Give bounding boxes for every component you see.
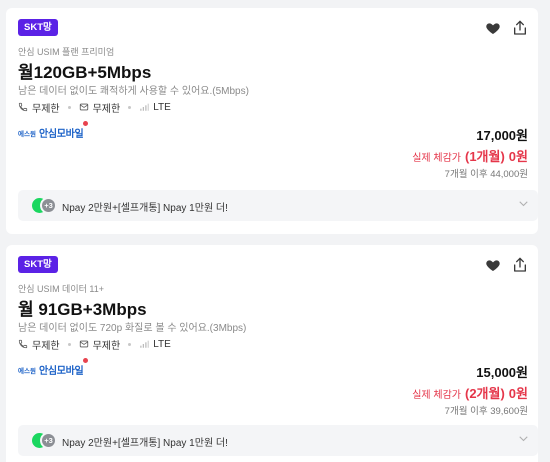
brand-name: 안심모바일 — [39, 358, 88, 377]
message-icon — [79, 340, 88, 348]
after-price: 7개월 이후 39,600원 — [444, 406, 528, 417]
promo-text: Npay 2만원+[셀프개통] Npay 1만원 더! — [62, 438, 228, 449]
signal-icon — [140, 340, 149, 348]
sms-value: 무제한 — [92, 340, 121, 352]
heart-icon[interactable] — [485, 257, 501, 273]
plan-price: 17,000원 — [476, 128, 528, 143]
plan-description: 남은 데이터 없이도 720p 화질로 볼 수 있어요.(3Mbps) — [18, 323, 247, 334]
promo-count-badge: +3 — [40, 197, 57, 214]
share-icon[interactable] — [512, 256, 528, 274]
real-price-period: (1개월) — [464, 149, 505, 164]
message-icon — [79, 103, 88, 111]
network-value: LTE — [153, 101, 171, 113]
promo-banner[interactable]: +3 Npay 2만원+[셀프개통] Npay 1만원 더! — [18, 190, 538, 221]
plan-specs: 무제한 무제한 LTE — [18, 337, 171, 352]
sms-spec: 무제한 — [79, 100, 121, 115]
real-price-value: 0원 — [508, 386, 528, 401]
plan-card[interactable]: SKT망 안심 USIM 플랜 프리미엄 월120GB+5Mbps 남은 데이터… — [6, 8, 538, 234]
calls-spec: 무제한 — [18, 100, 60, 115]
plan-price: 15,000원 — [476, 365, 528, 380]
chevron-down-icon[interactable] — [519, 436, 528, 442]
promo-count-badge: +3 — [40, 432, 57, 449]
brand-name: 안심모바일 — [39, 121, 88, 140]
network-spec: LTE — [139, 102, 171, 113]
network-spec: LTE — [139, 339, 171, 350]
real-price-value: 0원 — [508, 149, 528, 164]
brand-small: 에스원 — [18, 367, 36, 375]
chevron-down-icon[interactable] — [519, 201, 528, 207]
network-value: LTE — [153, 338, 171, 350]
spec-divider — [128, 105, 132, 109]
plan-title: 월 91GB+3Mbps — [18, 300, 147, 319]
plan-card[interactable]: SKT망 안심 USIM 데이터 11+ 월 91GB+3Mbps 남은 데이터… — [6, 245, 538, 462]
after-price: 7개월 이후 44,000원 — [444, 169, 528, 180]
sms-value: 무제한 — [92, 103, 121, 115]
plan-description: 남은 데이터 없이도 쾌적하게 사용할 수 있어요.(5Mbps) — [18, 86, 249, 97]
phone-icon — [18, 102, 28, 112]
real-price: 실제 체감가 (2개월) 0원 — [412, 383, 528, 402]
carrier-badge: SKT망 — [18, 19, 58, 36]
sms-spec: 무제한 — [79, 337, 121, 352]
plan-subtitle: 안심 USIM 데이터 11+ — [18, 284, 105, 294]
promo-banner[interactable]: +3 Npay 2만원+[셀프개통] Npay 1만원 더! — [18, 425, 538, 456]
spec-divider — [67, 342, 71, 346]
spec-divider — [67, 105, 71, 109]
heart-icon[interactable] — [485, 20, 501, 36]
plan-specs: 무제한 무제한 LTE — [18, 100, 171, 115]
spec-divider — [128, 342, 132, 346]
carrier-badge: SKT망 — [18, 256, 58, 273]
plan-subtitle: 안심 USIM 플랜 프리미엄 — [18, 47, 115, 57]
promo-text: Npay 2만원+[셀프개통] Npay 1만원 더! — [62, 203, 228, 214]
real-price-label: 실제 체감가 — [412, 390, 461, 401]
real-price: 실제 체감가 (1개월) 0원 — [412, 146, 528, 165]
brand-logo: 에스원 안심모바일 — [18, 358, 88, 377]
phone-icon — [18, 339, 28, 349]
real-price-label: 실제 체감가 — [412, 153, 461, 164]
calls-value: 무제한 — [32, 340, 60, 352]
brand-small: 에스원 — [18, 130, 36, 138]
plan-title: 월120GB+5Mbps — [18, 63, 152, 82]
real-price-period: (2개월) — [464, 386, 505, 401]
calls-value: 무제한 — [32, 103, 60, 115]
signal-icon — [140, 103, 149, 111]
calls-spec: 무제한 — [18, 337, 60, 352]
brand-logo: 에스원 안심모바일 — [18, 121, 88, 140]
share-icon[interactable] — [512, 19, 528, 37]
